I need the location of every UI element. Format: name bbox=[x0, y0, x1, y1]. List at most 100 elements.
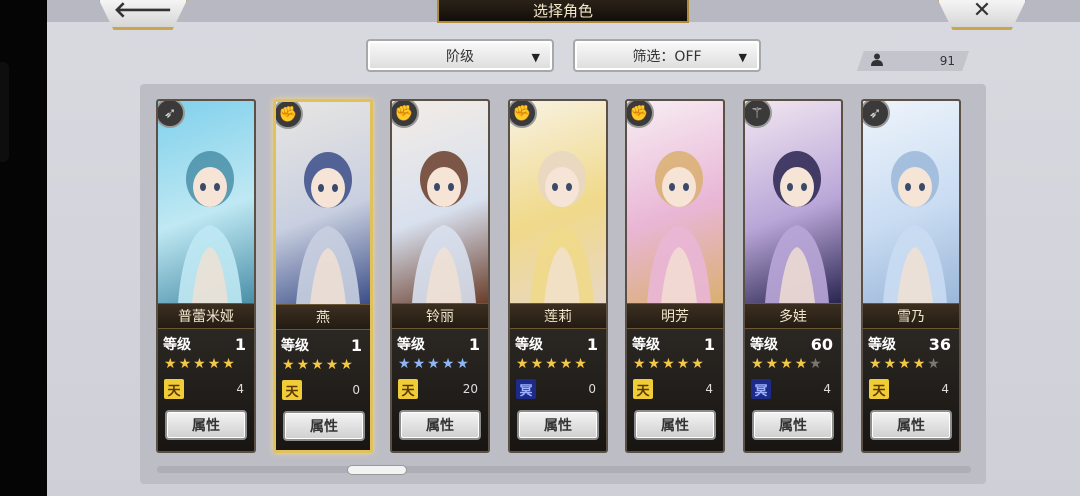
character-card[interactable]: ✊ 明芳 等级 1 ★★★★★ 天 4 属性 bbox=[625, 99, 725, 453]
fist-icon: ✊ bbox=[276, 102, 303, 129]
person-icon bbox=[871, 53, 883, 70]
star-icon: ★ bbox=[676, 356, 692, 372]
character-name: 铃丽 bbox=[426, 309, 454, 325]
character-card[interactable]: ➶ 雪乃 等级 36 ★★★★★ 天 4 属性 bbox=[861, 99, 961, 453]
rank-count: 0 bbox=[588, 382, 596, 396]
star-icon: ★ bbox=[633, 356, 648, 372]
level-value: 36 bbox=[928, 334, 951, 354]
rank-badge: 天 bbox=[282, 380, 302, 400]
star-icon: ★ bbox=[530, 356, 546, 372]
character-name: 燕 bbox=[316, 310, 330, 326]
character-stats: 等级 1 ★★★★★ 天 4 属性 bbox=[627, 329, 723, 451]
star-icon: ★ bbox=[427, 356, 442, 372]
character-portrait: ✊ bbox=[392, 101, 488, 303]
character-portrait: ✊ bbox=[627, 101, 723, 303]
rank-row: 天 4 bbox=[633, 379, 713, 399]
back-button[interactable]: 🡐 bbox=[97, 0, 189, 30]
level-value: 1 bbox=[703, 334, 715, 354]
rank-row: 冥 4 bbox=[751, 379, 831, 399]
level-label: 等级 bbox=[868, 337, 896, 353]
character-portrait: ➶ bbox=[863, 101, 959, 303]
level-row: 等级 36 bbox=[868, 334, 951, 354]
close-button[interactable]: ✕ bbox=[936, 0, 1028, 30]
star-icon: ★ bbox=[927, 356, 942, 372]
star-icon: ★ bbox=[883, 356, 899, 372]
character-name-plate: 雪乃 bbox=[863, 303, 959, 329]
level-label: 等级 bbox=[632, 337, 660, 353]
star-icon: ★ bbox=[751, 356, 766, 372]
star-icon: ★ bbox=[662, 356, 677, 372]
attributes-button-label: 属性 bbox=[897, 418, 925, 434]
star-icon: ★ bbox=[780, 356, 795, 372]
character-card[interactable]: ✊ 铃丽 等级 1 ★★★★★ 天 20 属性 bbox=[390, 99, 490, 453]
character-stats: 等级 60 ★★★★★ 冥 4 属性 bbox=[745, 329, 841, 451]
character-portrait: ✊ bbox=[276, 102, 370, 304]
star-icon: ★ bbox=[869, 356, 884, 372]
character-portrait: ⚚ bbox=[745, 101, 841, 303]
attributes-button[interactable]: 属性 bbox=[283, 411, 365, 441]
star-icon: ★ bbox=[178, 356, 194, 372]
star-icon: ★ bbox=[912, 356, 928, 372]
rank-row: 天 4 bbox=[164, 379, 244, 399]
star-icon: ★ bbox=[412, 356, 428, 372]
level-value: 1 bbox=[586, 334, 598, 354]
character-stats: 等级 1 ★★★★★ 天 20 属性 bbox=[392, 329, 488, 451]
level-row: 等级 1 bbox=[515, 334, 598, 354]
star-icon: ★ bbox=[282, 357, 297, 373]
star-icon: ★ bbox=[574, 356, 589, 372]
level-label: 等级 bbox=[397, 337, 425, 353]
character-portrait: ➶ bbox=[158, 101, 254, 303]
character-card[interactable]: ✊ 燕 等级 1 ★★★★★ 天 0 属性 bbox=[273, 99, 373, 453]
attributes-button[interactable]: 属性 bbox=[165, 410, 247, 440]
level-row: 等级 1 bbox=[397, 334, 480, 354]
star-rating: ★★★★★ bbox=[869, 357, 942, 371]
character-card[interactable]: ✊ 莲莉 等级 1 ★★★★★ 冥 0 属性 bbox=[508, 99, 608, 453]
star-icon: ★ bbox=[311, 357, 326, 373]
filter-dropdown[interactable]: 筛选：OFF ▼ bbox=[573, 39, 761, 72]
rank-badge: 天 bbox=[633, 379, 653, 399]
star-icon: ★ bbox=[441, 356, 457, 372]
character-name: 多娃 bbox=[779, 309, 807, 325]
character-stats: 等级 36 ★★★★★ 天 4 属性 bbox=[863, 329, 959, 451]
character-stats: 等级 1 ★★★★★ 冥 0 属性 bbox=[510, 329, 606, 451]
character-count: 91 bbox=[857, 51, 969, 71]
close-icon: ✕ bbox=[972, 0, 992, 23]
character-name-plate: 铃丽 bbox=[392, 303, 488, 329]
attributes-button-label: 属性 bbox=[661, 418, 689, 434]
star-icon: ★ bbox=[809, 356, 824, 372]
star-icon: ★ bbox=[325, 357, 341, 373]
scrollbar-thumb[interactable] bbox=[347, 465, 407, 475]
attributes-button[interactable]: 属性 bbox=[752, 410, 834, 440]
star-icon: ★ bbox=[207, 356, 223, 372]
character-card[interactable]: ⚚ 多娃 等级 60 ★★★★★ 冥 4 属性 bbox=[743, 99, 843, 453]
attributes-button-label: 属性 bbox=[779, 418, 807, 434]
star-icon: ★ bbox=[794, 356, 810, 372]
star-icon: ★ bbox=[647, 356, 663, 372]
rank-count: 4 bbox=[823, 382, 831, 396]
attributes-button[interactable]: 属性 bbox=[517, 410, 599, 440]
level-value: 1 bbox=[468, 334, 480, 354]
attributes-button-label: 属性 bbox=[544, 418, 572, 434]
star-icon: ★ bbox=[898, 356, 913, 372]
attributes-button[interactable]: 属性 bbox=[399, 410, 481, 440]
character-name-plate: 明芳 bbox=[627, 303, 723, 329]
rank-row: 冥 0 bbox=[516, 379, 596, 399]
attributes-button[interactable]: 属性 bbox=[870, 410, 952, 440]
rank-row: 天 4 bbox=[869, 379, 949, 399]
star-icon: ★ bbox=[691, 356, 706, 372]
star-rating: ★★★★★ bbox=[516, 357, 589, 371]
star-icon: ★ bbox=[398, 356, 413, 372]
character-name: 雪乃 bbox=[897, 309, 925, 325]
horizontal-scrollbar[interactable] bbox=[157, 466, 971, 473]
star-icon: ★ bbox=[545, 356, 560, 372]
star-rating: ★★★★★ bbox=[398, 357, 471, 371]
rank-badge: 冥 bbox=[516, 379, 536, 399]
attributes-button[interactable]: 属性 bbox=[634, 410, 716, 440]
rank-badge: 冥 bbox=[751, 379, 771, 399]
character-card[interactable]: ➶ 普蕾米娅 等级 1 ★★★★★ 天 4 属性 bbox=[156, 99, 256, 453]
star-rating: ★★★★★ bbox=[751, 357, 824, 371]
star-rating: ★★★★★ bbox=[282, 358, 355, 372]
character-name-plate: 莲莉 bbox=[510, 303, 606, 329]
rank-dropdown[interactable]: 阶级 ▼ bbox=[366, 39, 554, 72]
character-name: 莲莉 bbox=[544, 309, 572, 325]
